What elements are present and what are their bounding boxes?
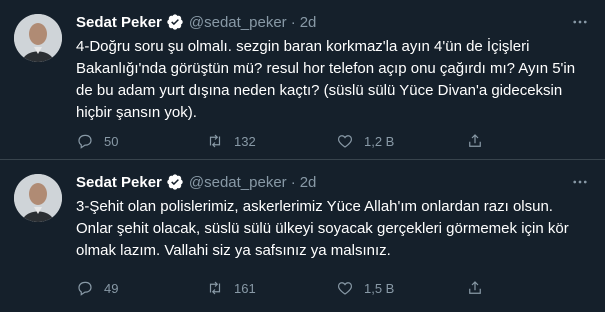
like-button[interactable]: 1,5 B bbox=[336, 279, 466, 297]
like-count: 1,5 B bbox=[364, 280, 395, 296]
author-handle[interactable]: @sedat_peker bbox=[189, 14, 287, 31]
share-icon bbox=[469, 281, 481, 294]
action-bar: 49 161 1,5 B bbox=[76, 278, 591, 298]
like-icon bbox=[337, 135, 353, 148]
retweet-count: 132 bbox=[234, 133, 256, 149]
retweet-button[interactable]: 132 bbox=[206, 132, 336, 150]
action-bar: 50 132 1,2 B bbox=[76, 131, 591, 151]
avatar[interactable] bbox=[14, 174, 62, 222]
retweet-button[interactable]: 161 bbox=[206, 279, 336, 297]
timestamp[interactable]: 2d bbox=[300, 14, 317, 31]
reply-button[interactable]: 50 bbox=[76, 132, 206, 150]
like-icon bbox=[337, 282, 353, 295]
like-count: 1,2 B bbox=[364, 133, 395, 149]
tweet-text: 4-Doğru soru şu olmalı. sezgin baran kor… bbox=[76, 38, 576, 121]
verified-badge-icon bbox=[166, 173, 184, 191]
retweet-icon bbox=[209, 134, 221, 148]
reply-icon bbox=[78, 281, 92, 296]
more-icon[interactable] bbox=[569, 171, 591, 193]
reply-count: 50 bbox=[104, 133, 119, 149]
reply-count: 49 bbox=[104, 280, 119, 296]
retweet-icon bbox=[209, 281, 221, 295]
share-button[interactable] bbox=[466, 279, 494, 297]
reply-button[interactable]: 49 bbox=[76, 279, 206, 297]
like-button[interactable]: 1,2 B bbox=[336, 132, 466, 150]
tweet[interactable]: Sedat Peker @sedat_peker · 2d 3-Şehit ol… bbox=[0, 160, 605, 312]
separator: · bbox=[290, 173, 296, 191]
tweet[interactable]: Sedat Peker @sedat_peker · 2d 4-Doğru so… bbox=[0, 0, 605, 160]
share-icon bbox=[469, 134, 481, 147]
retweet-count: 161 bbox=[234, 280, 256, 296]
reply-icon bbox=[78, 134, 92, 149]
separator: · bbox=[290, 13, 296, 31]
author-name[interactable]: Sedat Peker bbox=[76, 14, 162, 31]
timestamp[interactable]: 2d bbox=[300, 174, 317, 191]
share-button[interactable] bbox=[466, 132, 494, 150]
avatar[interactable] bbox=[14, 14, 62, 62]
tweet-text: 3-Şehit olan polislerimiz, askerlerimiz … bbox=[76, 198, 569, 259]
more-icon[interactable] bbox=[569, 11, 591, 33]
verified-badge-icon bbox=[166, 13, 184, 31]
author-handle[interactable]: @sedat_peker bbox=[189, 174, 287, 191]
author-name[interactable]: Sedat Peker bbox=[76, 174, 162, 191]
